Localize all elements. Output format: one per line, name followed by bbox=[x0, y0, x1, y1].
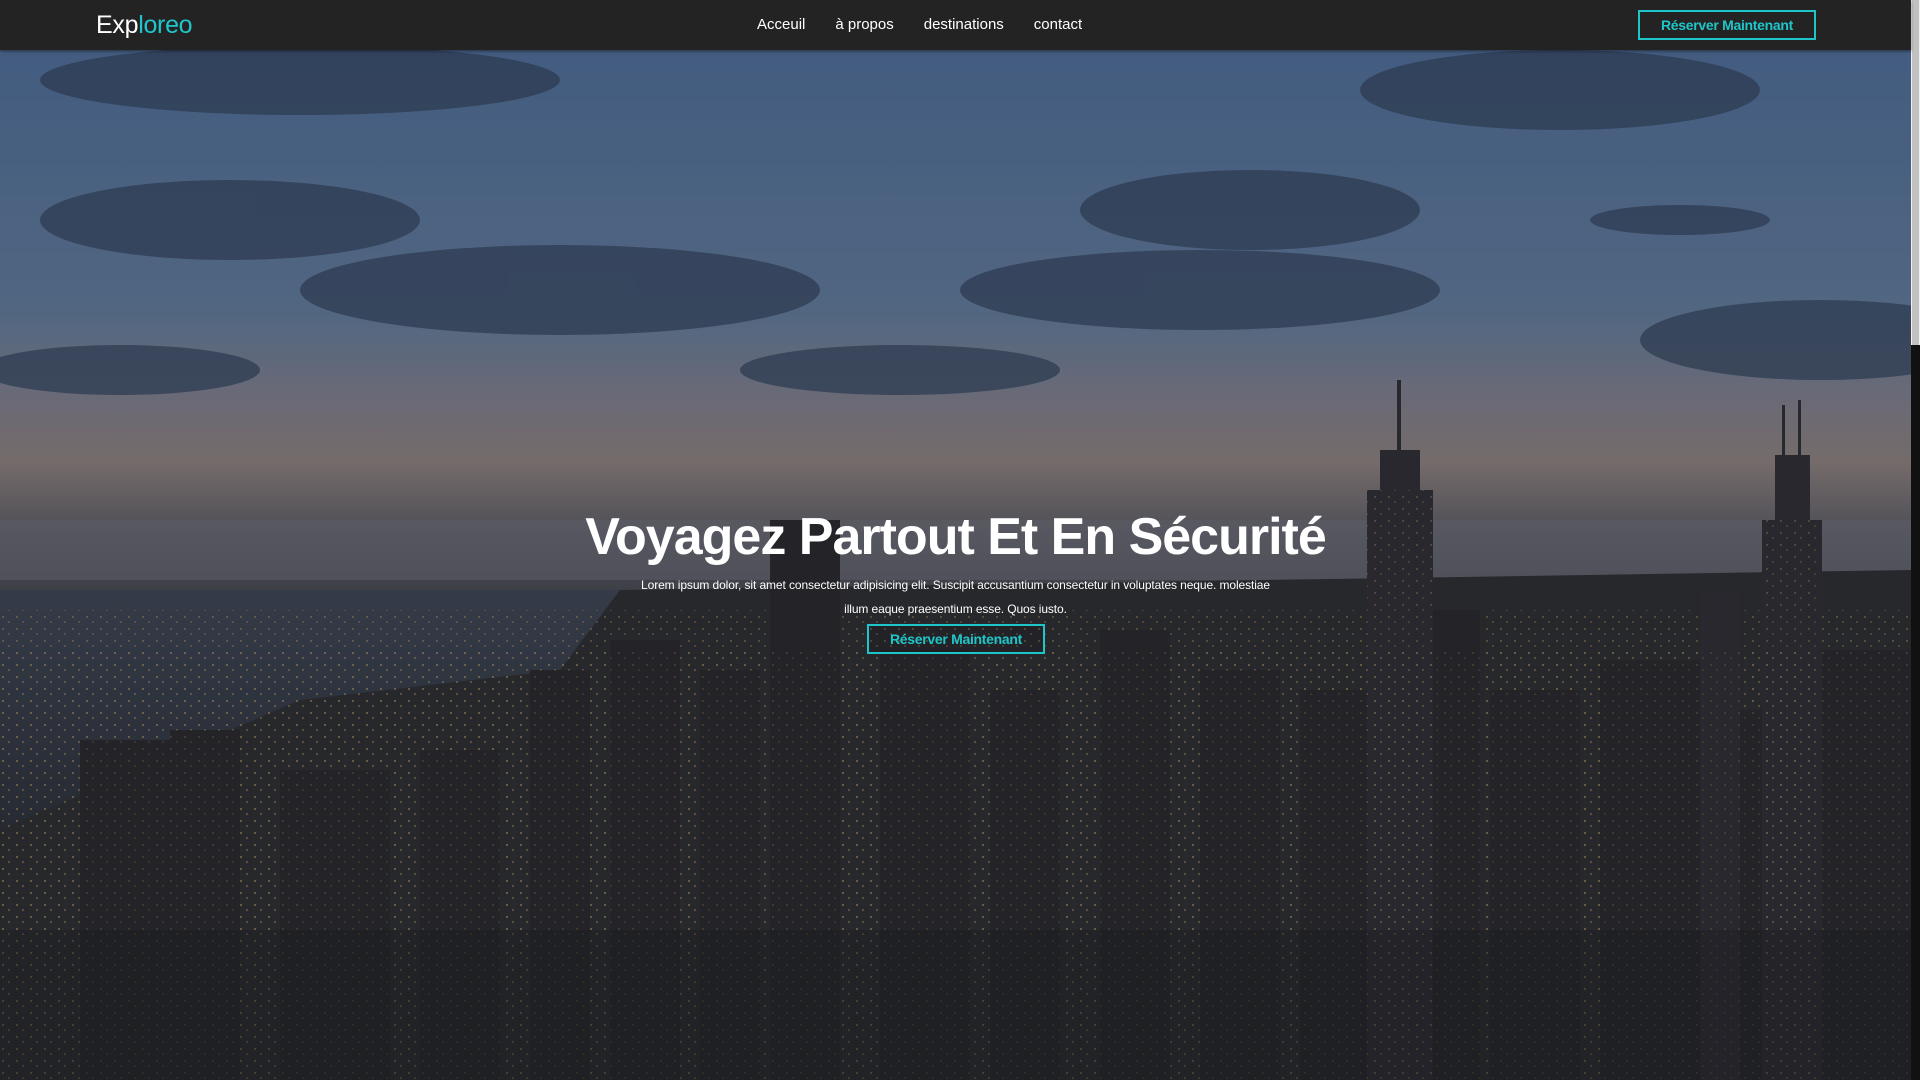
nav-link-contact[interactable]: contact bbox=[1034, 16, 1082, 34]
page-scrollbar[interactable] bbox=[1911, 0, 1920, 1080]
scrollbar-track-lower bbox=[1911, 345, 1920, 1080]
site-header: Exploreo Acceuil à propos destinations c… bbox=[0, 0, 1911, 50]
nav-link-acceuil[interactable]: Acceuil bbox=[757, 16, 805, 34]
brand-logo-part1: Exp bbox=[96, 11, 139, 39]
hero-title: Voyagez Partout Et En Sécurité bbox=[585, 508, 1327, 566]
brand-logo[interactable]: Exploreo bbox=[96, 10, 193, 40]
nav-link-destinations[interactable]: destinations bbox=[924, 16, 1004, 34]
scrollbar-thumb[interactable] bbox=[1912, 0, 1919, 345]
hero-description: Lorem ipsum dolor, sit amet consectetur … bbox=[641, 578, 1270, 616]
nav-link-a-propos[interactable]: à propos bbox=[835, 16, 893, 34]
hero-section: Voyagez Partout Et En Sécurité Lorem ips… bbox=[0, 50, 1911, 1080]
hero-reserve-button[interactable]: Réserver Maintenant bbox=[867, 624, 1045, 654]
brand-logo-part2: loreo bbox=[138, 11, 193, 39]
header-reserve-button[interactable]: Réserver Maintenant bbox=[1638, 10, 1816, 40]
main-nav: Acceuil à propos destinations contact bbox=[757, 16, 1082, 34]
